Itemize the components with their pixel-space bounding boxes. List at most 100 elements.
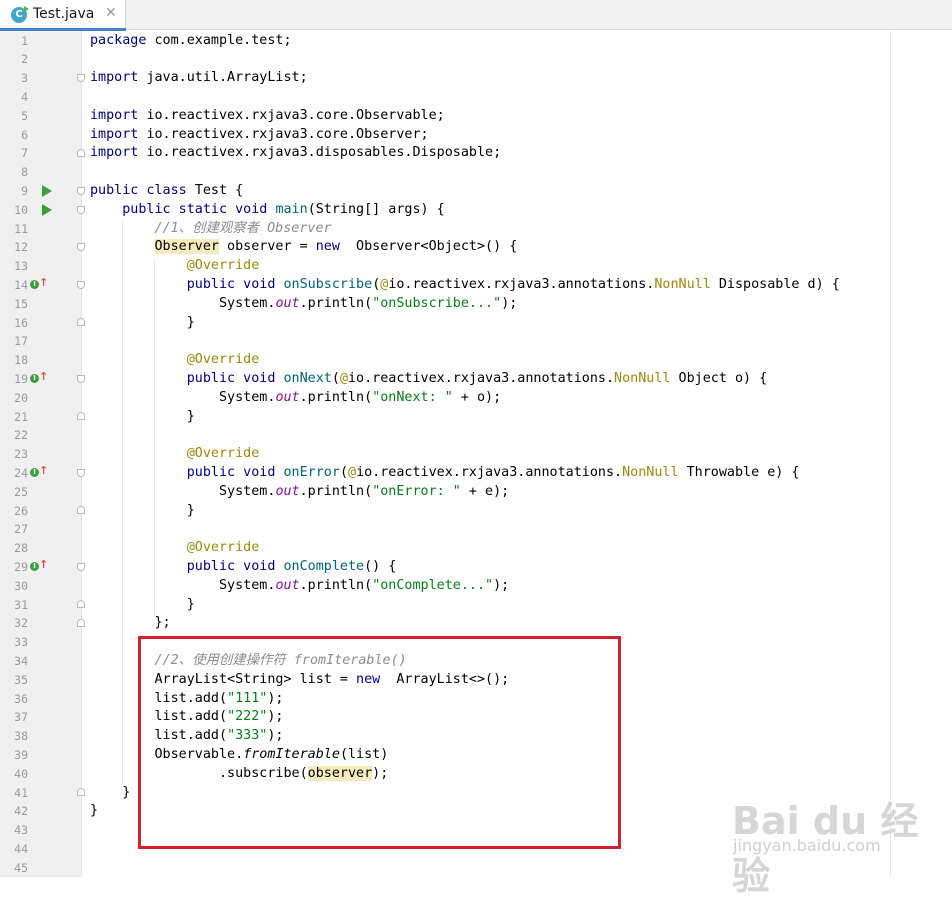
code-line[interactable]: public void onNext(@io.reactivex.rxjava3…	[90, 370, 767, 389]
code-line[interactable]: System.out.println("onNext: " + o);	[90, 389, 501, 408]
code-line[interactable]: import io.reactivex.rxjava3.core.Observe…	[90, 126, 429, 145]
implements-method-icon[interactable]: I ↑	[30, 557, 49, 574]
code-token: @Override	[186, 446, 260, 462]
code-token: "onNext: "	[372, 389, 453, 405]
code-token: Throwable e) {	[678, 465, 800, 480]
run-icon[interactable]	[42, 203, 52, 216]
code-token: .println(	[299, 295, 373, 311]
code-line[interactable]: import io.reactivex.rxjava3.core.Observa…	[90, 107, 445, 126]
code-line[interactable]: };	[90, 614, 170, 633]
line-number: 5	[21, 108, 28, 123]
line-number: 25	[14, 484, 28, 499]
code-token: (	[331, 371, 340, 386]
code-line[interactable]: Observer observer = new Observer<Object>…	[90, 238, 517, 257]
code-line[interactable]: public void onError(@io.reactivex.rxjava…	[90, 464, 800, 483]
line-number: 22	[14, 428, 28, 443]
code-token: io.reactivex.rxjava3.disposables.Disposa…	[146, 145, 502, 161]
code-token: main	[275, 201, 308, 217]
code-token: onNext	[283, 371, 332, 386]
line-number: 44	[14, 842, 28, 856]
file-tab[interactable]: C Test.java ✕	[0, 0, 126, 31]
code-line[interactable]: @Override	[90, 351, 260, 370]
up-arrow-icon: ↑	[39, 275, 49, 289]
line-number: 21	[14, 409, 28, 424]
code-line[interactable]: //1、创建观察者 Observer	[90, 220, 332, 239]
implements-method-icon[interactable]: I ↑	[30, 370, 48, 386]
code-token: }	[90, 502, 195, 518]
code-line[interactable]: }	[90, 784, 130, 803]
code-token: );	[501, 295, 518, 311]
editor-gutter[interactable]: 1 2 3 4 5 6 7 8 9 10 11 12 13 14 I ↑ 15 16 17 18 19 I ↑ 20 21 22 2…	[0, 31, 85, 877]
code-token: "onSubscribe..."	[372, 295, 502, 311]
line-number: 10	[14, 202, 28, 217]
code-line[interactable]: }	[90, 596, 195, 615]
code-token: out	[275, 577, 300, 593]
code-token: import	[90, 107, 147, 123]
code-token: onSubscribe	[283, 277, 373, 292]
line-number: 31	[14, 597, 28, 612]
line-number: 38	[14, 729, 28, 744]
code-line[interactable]: import io.reactivex.rxjava3.disposables.…	[90, 144, 501, 163]
code-token: );	[493, 577, 510, 593]
run-icon[interactable]	[42, 184, 52, 197]
code-line[interactable]: package com.example.test;	[90, 32, 292, 51]
code-line[interactable]: }	[90, 408, 195, 427]
line-number: 15	[14, 296, 28, 311]
code-line[interactable]: @Override	[90, 445, 260, 464]
line-number: 16	[14, 315, 28, 330]
line-number: 20	[14, 390, 28, 405]
code-line[interactable]: public void onSubscribe(@io.reactivex.rx…	[90, 276, 840, 295]
code-token: package	[90, 32, 155, 48]
code-token: out	[275, 483, 300, 499]
code-line[interactable]: }	[90, 802, 98, 821]
line-number: 39	[14, 748, 28, 762]
line-number: 17	[14, 334, 28, 349]
code-token: @	[348, 465, 357, 480]
code-line[interactable]: @Override	[90, 257, 260, 276]
line-number: 40	[14, 766, 28, 781]
up-arrow-icon: ↑	[39, 557, 49, 571]
code-token: NonNull	[614, 371, 671, 386]
implements-method-icon[interactable]: I ↑	[30, 464, 48, 480]
line-number: 35	[14, 672, 28, 687]
line-number: 4	[21, 90, 28, 104]
line-number: 9	[21, 184, 28, 198]
interface-dot-icon: I	[30, 467, 39, 477]
indent-guide	[122, 221, 123, 785]
code-token: NonNull	[622, 465, 679, 480]
code-token: "onError: "	[372, 483, 461, 499]
code-token: Object o) {	[670, 371, 768, 386]
line-number: 30	[14, 578, 28, 593]
code-token: .println(	[299, 389, 373, 405]
code-line[interactable]: System.out.println("onComplete...");	[90, 577, 509, 596]
code-token: io.reactivex.rxjava3.annotations.	[356, 465, 623, 480]
code-line[interactable]: public class Test {	[90, 182, 243, 201]
code-token: Disposable d) {	[710, 277, 840, 292]
code-token: .println(	[299, 483, 373, 499]
implements-method-icon[interactable]: I ↑	[30, 275, 49, 292]
code-line[interactable]: public static void main(String[] args) {	[90, 201, 445, 220]
code-line[interactable]: @Override	[90, 539, 260, 558]
code-line[interactable]: public void onComplete() {	[90, 558, 397, 577]
code-line[interactable]: System.out.println("onError: " + e);	[90, 483, 509, 502]
close-icon[interactable]: ✕	[105, 5, 117, 21]
line-number: 36	[14, 691, 28, 706]
code-token: }	[90, 784, 131, 800]
code-line[interactable]: }	[90, 502, 195, 521]
code-token: public void	[186, 465, 284, 480]
code-line[interactable]: import java.util.ArrayList;	[90, 69, 308, 88]
code-line[interactable]: }	[90, 314, 195, 333]
code-token: Test {	[194, 183, 244, 198]
code-token: System.	[90, 295, 276, 311]
code-token: () {	[364, 559, 397, 574]
tab-label: Test.java	[33, 6, 95, 22]
code-token: io.reactivex.rxjava3.core.Observable;	[146, 107, 445, 123]
code-token: NonNull	[654, 277, 711, 292]
code-token: onComplete	[283, 559, 365, 574]
line-number: 12	[14, 240, 28, 255]
